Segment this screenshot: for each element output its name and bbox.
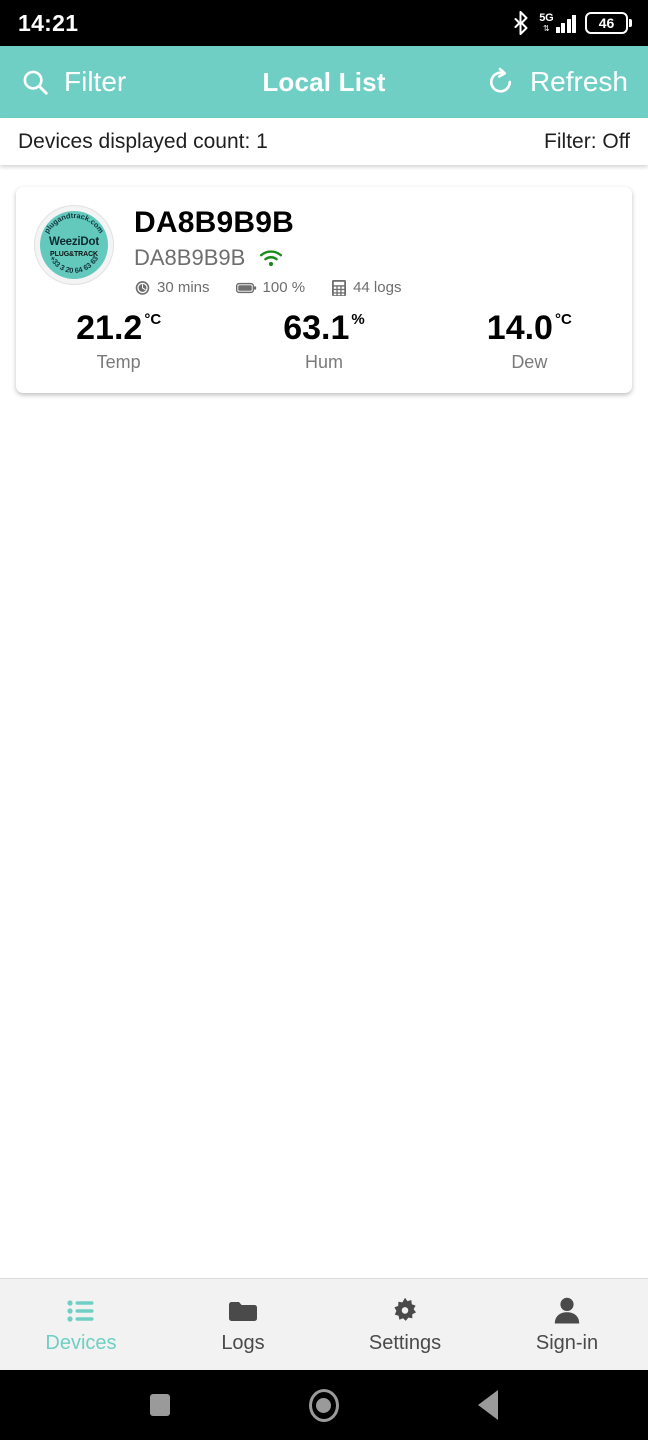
meta-battery: 100 % — [235, 279, 306, 296]
meta-logs: 44 logs — [331, 279, 401, 297]
device-logo-badge: plugandtrack.com +33 3 20 64 63 63 Weezi… — [34, 205, 114, 285]
folder-icon — [228, 1297, 258, 1325]
reading-dew: 14.0 °C Dew — [427, 311, 632, 373]
reading-temp-value: 21.2 — [76, 308, 143, 347]
device-id-row: DA8B9B9B — [134, 245, 614, 271]
reading-hum-unit: % — [351, 310, 365, 328]
meta-logs-label: 44 logs — [353, 279, 402, 296]
nav-item-devices-label: Devices — [45, 1331, 117, 1354]
meta-interval: 30 mins — [134, 279, 210, 296]
triangle-back-icon[interactable] — [478, 1390, 499, 1420]
nav-item-logs-label: Logs — [221, 1331, 265, 1354]
meta-interval-label: 30 mins — [157, 279, 210, 296]
status-bar: 14:21 5G ⇅ 46 — [0, 0, 648, 46]
reading-hum-value: 63.1 — [283, 308, 350, 347]
nav-item-signin-label: Sign-in — [535, 1331, 599, 1354]
status-clock: 14:21 — [18, 9, 79, 36]
filter-state-label: Filter: Off — [544, 129, 630, 153]
refresh-button[interactable]: Refresh — [486, 67, 628, 97]
reading-hum-label: Hum — [304, 351, 343, 372]
square-recents-icon[interactable] — [149, 1394, 170, 1416]
info-strip: Devices displayed count: 1 Filter: Off — [0, 118, 648, 165]
device-readings: 21.2 °C Temp 63.1 % Hum 14.0 °C Dew — [16, 301, 632, 387]
network-type-label: 5G — [539, 12, 554, 24]
reading-dew-unit: °C — [554, 310, 572, 328]
list-icon — [67, 1297, 95, 1325]
device-info: DA8B9B9B DA8B9B9B 30 mins 100 % 44 logs — [134, 205, 614, 297]
refresh-icon — [489, 67, 512, 93]
device-card-header: plugandtrack.com +33 3 20 64 63 63 Weezi… — [16, 187, 632, 301]
device-title: DA8B9B9B — [134, 206, 294, 239]
search-icon — [23, 70, 48, 95]
person-icon — [554, 1297, 580, 1325]
circle-home-icon[interactable] — [308, 1388, 339, 1422]
app-header: Filter Local List Refresh — [0, 46, 648, 118]
memory-icon — [332, 279, 347, 296]
badge-brand-label: PLUG&TRACK — [50, 251, 98, 258]
svg-text:plugandtrack.com: plugandtrack.com — [42, 211, 106, 235]
nav-item-devices[interactable]: Devices — [0, 1297, 162, 1353]
nav-item-logs[interactable]: Logs — [162, 1297, 324, 1353]
device-card[interactable]: plugandtrack.com +33 3 20 64 63 63 Weezi… — [16, 187, 632, 393]
device-id-label: DA8B9B9B — [134, 244, 246, 270]
battery-icon — [235, 282, 256, 293]
signal-bars-icon — [555, 14, 576, 33]
reading-temp: 21.2 °C Temp — [16, 311, 221, 373]
device-list: plugandtrack.com +33 3 20 64 63 63 Weezi… — [0, 165, 648, 1278]
battery-icon: 46 — [585, 12, 632, 34]
nav-item-settings-label: Settings — [368, 1331, 442, 1354]
reading-hum: 63.1 % Hum — [221, 311, 426, 373]
clock-icon — [135, 281, 150, 295]
data-arrows-icon: ⇅ — [543, 24, 550, 33]
reading-temp-unit: °C — [144, 310, 162, 328]
reading-dew-value: 14.0 — [486, 308, 553, 347]
bluetooth-icon — [514, 11, 528, 35]
wifi-icon — [260, 249, 283, 266]
badge-product-name: WeeziDot — [49, 236, 99, 248]
network-indicator: 5G ⇅ — [539, 13, 576, 33]
reading-dew-label: Dew — [511, 351, 548, 372]
battery-level-label: 46 — [598, 15, 615, 31]
phone-screen: 14:21 5G ⇅ 46 Filter Local List Refresh … — [0, 0, 648, 1440]
android-navigation-bar — [0, 1370, 648, 1440]
status-icon-group: 5G ⇅ 46 — [513, 11, 632, 35]
filter-button[interactable]: Filter — [20, 67, 126, 97]
meta-battery-label: 100 % — [262, 279, 306, 296]
reading-temp-label: Temp — [96, 351, 141, 372]
filter-button-label: Filter — [64, 66, 127, 97]
nav-item-signin[interactable]: Sign-in — [486, 1297, 648, 1353]
bottom-navigation: Devices Logs Settings Sign-in — [0, 1278, 648, 1370]
devices-count-label: Devices displayed count: 1 — [18, 129, 268, 153]
nav-item-settings[interactable]: Settings — [324, 1297, 486, 1353]
refresh-button-label: Refresh — [529, 66, 628, 97]
device-meta-row: 30 mins 100 % 44 logs — [134, 279, 614, 297]
gear-icon — [391, 1297, 419, 1325]
